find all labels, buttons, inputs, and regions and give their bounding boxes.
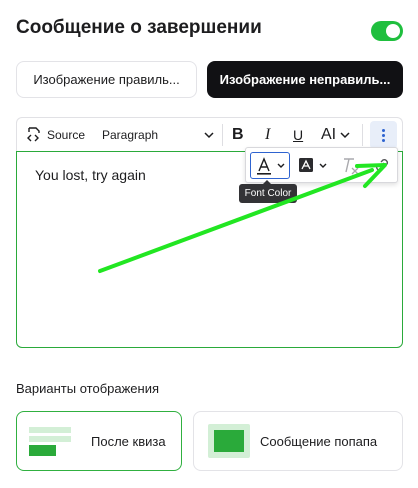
paragraph-select[interactable]: Paragraph	[102, 118, 214, 151]
popup-option[interactable]: Сообщение попапа	[193, 411, 403, 471]
after-quiz-icon	[29, 427, 71, 456]
display-options-title: Варианты отображения	[16, 381, 160, 396]
remove-format-icon	[344, 158, 359, 175]
section-title: Сообщение о завершении	[16, 17, 262, 38]
color-dropdown-panel	[245, 147, 398, 183]
link-icon	[376, 159, 388, 171]
editor-toolbar: Source Paragraph B I U AI	[16, 117, 403, 151]
correct-image-button[interactable]: Изображение правиль...	[16, 61, 197, 98]
source-icon	[27, 126, 40, 141]
font-color-icon	[257, 157, 285, 175]
paragraph-label: Paragraph	[102, 127, 159, 142]
completion-message-toggle[interactable]	[371, 21, 403, 41]
chevron-down-icon	[340, 131, 350, 138]
incorrect-image-button[interactable]: Изображение неправиль...	[207, 61, 403, 98]
toggle-knob	[386, 24, 400, 38]
background-color-icon	[299, 158, 327, 172]
font-size-label: AI	[321, 125, 337, 143]
more-options-button[interactable]	[370, 121, 397, 149]
bold-button[interactable]: B	[232, 118, 244, 151]
source-label: Source	[47, 127, 86, 142]
toolbar-divider	[362, 124, 363, 146]
chevron-down-icon	[204, 132, 214, 139]
popup-icon	[208, 424, 250, 458]
editor-text[interactable]: You lost, try again	[35, 167, 146, 183]
remove-format-button[interactable]	[338, 152, 362, 179]
font-color-tooltip: Font Color	[239, 180, 297, 203]
link-button[interactable]	[370, 152, 394, 179]
source-button[interactable]: Source	[25, 118, 85, 151]
background-color-button[interactable]	[296, 152, 332, 179]
toolbar-divider	[222, 124, 223, 146]
font-color-button[interactable]	[250, 152, 290, 179]
more-dot-icon	[382, 133, 385, 137]
more-dot-icon	[382, 138, 385, 142]
after-quiz-option[interactable]: После квиза	[16, 411, 182, 471]
after-quiz-label: После квиза	[91, 433, 166, 449]
popup-label: Сообщение попапа	[260, 433, 378, 449]
more-dot-icon	[382, 128, 385, 132]
